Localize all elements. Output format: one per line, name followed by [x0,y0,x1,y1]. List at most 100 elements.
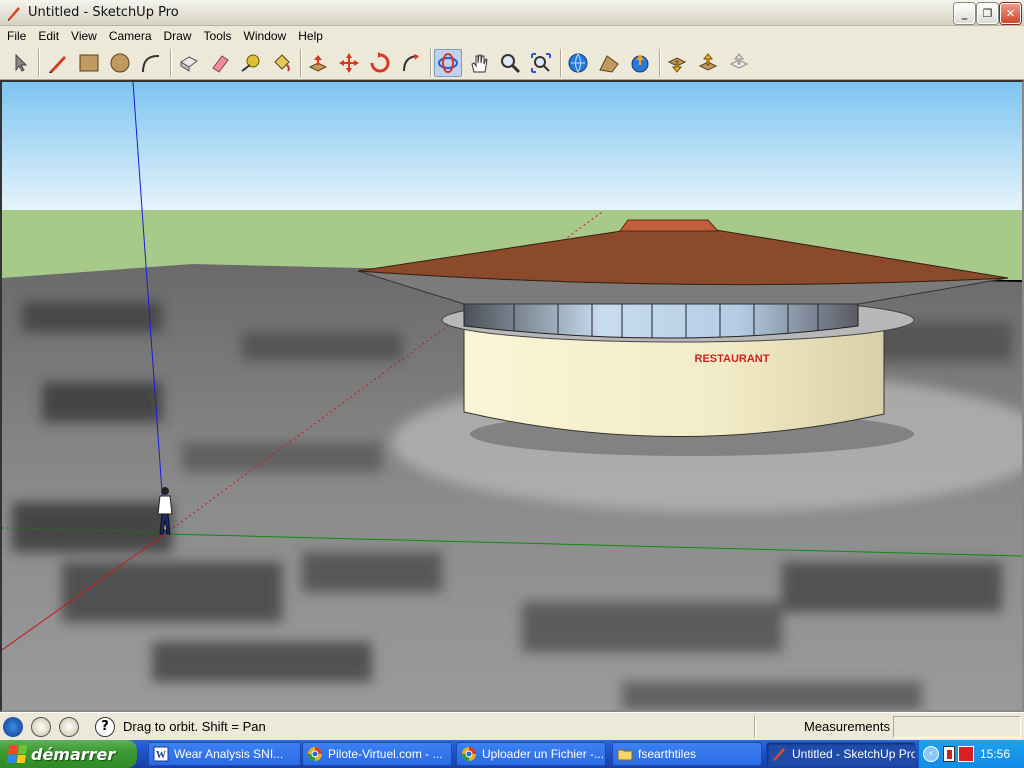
place-model-button[interactable] [626,49,654,77]
task-label: Uploader un Fichier -... [482,747,605,761]
follow-me-button[interactable] [397,49,425,77]
windows-logo-icon [6,745,28,763]
svg-text:W: W [156,750,166,761]
taskbar-item-word[interactable]: W Wear Analysis SNI... [148,742,301,766]
credits-icon[interactable] [31,717,51,737]
make-component-button[interactable] [175,49,203,77]
share-model-button[interactable] [694,49,722,77]
zoom-extents-button[interactable] [527,49,555,77]
move-icon [339,53,359,73]
toggle-terrain-button[interactable] [595,49,623,77]
arc-tool-button[interactable] [137,49,165,77]
paint-bucket-button[interactable] [268,49,296,77]
clock: 15:56 [979,747,1010,761]
menu-tools[interactable]: Tools [198,29,238,43]
geo-location-icon[interactable] [3,717,23,737]
tray-expand-icon[interactable]: ‹ [923,746,939,762]
system-tray: ‹ 15:56 [918,740,1024,768]
model-viewport[interactable]: RESTAURANT [0,80,1024,712]
pan-tool-button[interactable] [465,49,493,77]
circle-tool-button[interactable] [106,49,134,77]
tray-pdf-icon[interactable] [958,746,974,762]
help-icon[interactable]: ? [95,717,115,737]
copyright-icon[interactable] [59,717,79,737]
window-title: Untitled - SketchUp Pro [28,5,179,20]
task-label: Pilote-Virtuel.com - ... [328,747,443,761]
folder-icon [617,749,633,761]
chrome-icon [308,747,322,761]
close-button[interactable]: ✕ [1000,3,1021,24]
zoom-extents-icon [531,53,551,73]
measurements-label: Measurements [804,719,890,734]
menu-help[interactable]: Help [292,29,329,43]
sketchup-icon [773,748,785,761]
rotate-icon [370,52,390,73]
zoom-tool-button[interactable] [496,49,524,77]
orbit-tool-button[interactable] [434,49,462,77]
paint-bucket-icon [274,54,290,72]
word-icon: W [153,746,169,762]
measurements-field[interactable] [893,716,1021,738]
building-wall [463,325,885,437]
tray-app-icon[interactable] [943,746,955,762]
menu-draw[interactable]: Draw [158,29,198,43]
taskbar-item-folder[interactable]: fsearthtiles [612,742,762,766]
tape-measure-icon [241,54,260,72]
follow-me-icon [403,54,419,72]
start-button[interactable]: démarrer [0,740,137,768]
menu-file[interactable]: File [1,29,32,43]
status-bar: ? Drag to orbit. Shift = Pan Measurement… [0,712,1024,740]
scene-canvas: RESTAURANT [2,82,1022,710]
rotate-tool-button[interactable] [366,49,394,77]
share-component-icon [729,53,749,69]
push-pull-icon [308,55,328,72]
minimize-button[interactable]: _ [954,3,975,24]
arc-icon [142,54,160,73]
hand-icon [471,54,488,73]
menu-edit[interactable]: Edit [32,29,65,43]
component-icon [180,56,198,72]
get-models-button[interactable] [663,49,691,77]
taskbar-item-chrome-1[interactable]: Pilote-Virtuel.com - ... [302,742,452,766]
push-pull-button[interactable] [304,49,332,77]
place-model-icon [631,54,649,73]
status-hint: Drag to orbit. Shift = Pan [123,719,266,734]
menu-camera[interactable]: Camera [103,29,158,43]
tape-measure-button[interactable] [237,49,265,77]
task-label: fsearthtiles [638,747,697,761]
pencil-icon [49,56,66,73]
select-tool-button[interactable] [6,49,34,77]
terrain-icon [599,55,619,73]
toolbar [0,45,1024,80]
eraser-icon [212,55,229,73]
rectangle-icon [79,54,99,72]
sky [2,82,1022,212]
globe-camera-icon [568,53,588,73]
roof-cap [619,219,720,232]
taskbar-item-chrome-2[interactable]: Uploader un Fichier -... [456,742,606,766]
magnifier-icon [501,54,521,74]
eraser-tool-button[interactable] [206,49,234,77]
maximize-button[interactable]: ❐ [977,3,998,24]
orbit-icon [438,53,458,73]
menu-bar: File Edit View Camera Draw Tools Window … [0,26,1024,45]
chrome-icon [462,747,476,761]
pencil-tool-button[interactable] [44,49,72,77]
share-component-button[interactable] [725,49,753,77]
rectangle-tool-button[interactable] [75,49,103,77]
taskbar: démarrer W Wear Analysis SNI... Pilote-V… [0,740,1024,768]
move-tool-button[interactable] [335,49,363,77]
menu-window[interactable]: Window [238,29,293,43]
taskbar-item-sketchup[interactable]: Untitled - SketchUp Pro [766,742,916,766]
task-label: Wear Analysis SNI... [174,747,284,761]
restaurant-sign: RESTAURANT [695,353,770,365]
sketchup-app-icon [8,6,20,21]
menu-view[interactable]: View [65,29,103,43]
download-model-icon [667,57,687,73]
get-current-view-button[interactable] [564,49,592,77]
title-bar[interactable]: Untitled - SketchUp Pro _ ❐ ✕ [0,0,1024,26]
task-label: Untitled - SketchUp Pro [792,747,916,761]
start-label: démarrer [31,744,116,764]
circle-icon [110,53,130,73]
upload-model-icon [698,53,718,71]
